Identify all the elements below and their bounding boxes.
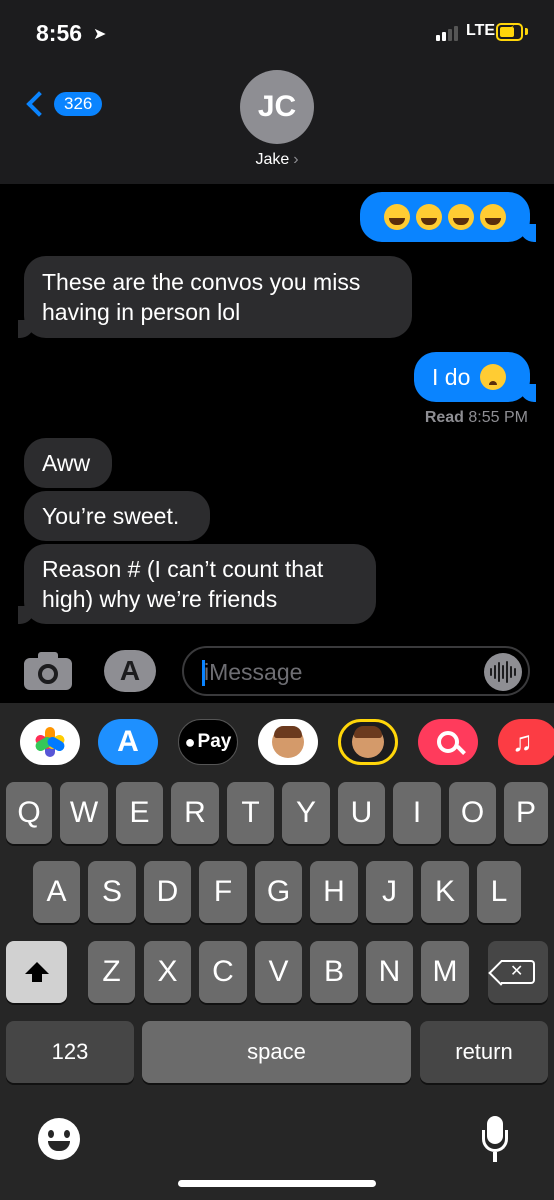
back-button[interactable]: 326 <box>24 91 103 117</box>
camera-button[interactable] <box>24 652 72 690</box>
music-app-button[interactable]: ♫ <box>498 719 554 765</box>
app-store-button[interactable]: A <box>98 719 158 765</box>
message-text: These are the convos you miss having in … <box>42 269 361 325</box>
audio-message-button[interactable] <box>484 653 522 691</box>
key-q[interactable]: Q <box>6 782 52 844</box>
laughing-emoji-icon <box>384 204 410 230</box>
shift-arrow-icon <box>24 962 49 982</box>
conversation-header: 8:56 ➤ LTE ⚡ 326 JC Jake › <box>0 0 554 184</box>
key-u[interactable]: U <box>338 782 385 844</box>
key-p[interactable]: P <box>504 782 548 844</box>
incoming-message[interactable]: You’re sweet. <box>24 491 210 541</box>
delete-backspace-icon <box>501 960 535 984</box>
contact-avatar[interactable]: JC <box>240 70 314 144</box>
laughing-emoji-icon <box>416 204 442 230</box>
apple-icon: ● <box>184 731 196 752</box>
music-note-icon: ♫ <box>512 726 533 757</box>
apple-pay-button[interactable]: ● Pay <box>178 719 238 765</box>
chevron-right-icon: › <box>293 151 299 168</box>
outgoing-message[interactable]: I do <box>414 352 536 402</box>
image-search-button[interactable] <box>418 719 478 765</box>
incoming-message[interactable]: Reason # (I can’t count that high) why w… <box>18 544 376 624</box>
status-time: 8:56 <box>36 20 83 46</box>
key-o[interactable]: O <box>449 782 496 844</box>
delete-key[interactable] <box>488 941 548 1003</box>
outgoing-message-emoji[interactable] <box>360 192 536 242</box>
numbers-key[interactable]: 123 <box>6 1021 134 1083</box>
app-store-icon: A <box>117 725 139 758</box>
key-t[interactable]: T <box>227 782 274 844</box>
key-k[interactable]: K <box>421 861 469 923</box>
shift-key[interactable] <box>6 941 67 1003</box>
key-w[interactable]: W <box>60 782 108 844</box>
space-key[interactable]: space <box>142 1021 411 1083</box>
key-e[interactable]: E <box>116 782 163 844</box>
key-n[interactable]: N <box>366 941 413 1003</box>
laughing-emoji-icon <box>448 204 474 230</box>
key-l[interactable]: L <box>477 861 521 923</box>
memoji-icon <box>352 726 384 758</box>
incoming-message[interactable]: These are the convos you miss having in … <box>18 256 412 338</box>
network-type: LTE <box>466 22 496 39</box>
photos-app-button[interactable] <box>20 719 80 765</box>
home-indicator[interactable] <box>178 1180 376 1187</box>
message-text: Reason # (I can’t count that high) why w… <box>42 556 324 612</box>
key-j[interactable]: J <box>366 861 413 923</box>
battery-icon: ⚡ <box>496 23 523 41</box>
camera-icon <box>38 664 58 684</box>
animoji-button[interactable] <box>338 719 398 765</box>
key-f[interactable]: F <box>199 861 247 923</box>
message-text: You’re sweet. <box>42 503 180 529</box>
dictation-microphone-icon[interactable] <box>482 1116 508 1162</box>
emoji-keyboard-icon[interactable] <box>38 1118 80 1160</box>
key-g[interactable]: G <box>255 861 302 923</box>
key-i[interactable]: I <box>393 782 441 844</box>
read-label: Read <box>424 409 464 426</box>
message-input-placeholder: iMessage <box>204 659 303 685</box>
key-s[interactable]: S <box>88 861 136 923</box>
key-c[interactable]: C <box>199 941 247 1003</box>
return-key[interactable]: return <box>420 1021 548 1083</box>
read-receipt: Read 8:55 PM <box>425 409 528 427</box>
laughing-emoji-icon <box>480 204 506 230</box>
key-h[interactable]: H <box>310 861 358 923</box>
key-v[interactable]: V <box>255 941 302 1003</box>
read-time: 8:55 PM <box>468 409 528 426</box>
key-d[interactable]: D <box>144 861 191 923</box>
key-a[interactable]: A <box>33 861 80 923</box>
apple-pay-label: Pay <box>197 731 232 752</box>
key-x[interactable]: X <box>144 941 191 1003</box>
contact-name: Jake <box>255 151 290 168</box>
key-m[interactable]: M <box>421 941 469 1003</box>
battery-nub <box>525 28 528 35</box>
key-z[interactable]: Z <box>88 941 135 1003</box>
app-store-icon: A <box>119 655 141 686</box>
incoming-message[interactable]: Aww <box>24 438 112 488</box>
photos-icon <box>33 727 67 757</box>
message-text: Aww <box>42 450 91 476</box>
app-drawer-toggle-button[interactable]: A <box>104 650 156 692</box>
message-text: I do <box>432 364 471 390</box>
search-globe-icon <box>437 731 459 753</box>
pleading-face-emoji-icon <box>480 364 507 390</box>
message-input[interactable]: iMessage <box>182 646 530 696</box>
back-chevron-icon <box>26 91 52 117</box>
key-y[interactable]: Y <box>282 782 330 844</box>
unread-count-badge: 326 <box>54 92 103 116</box>
memoji-sticker-icon <box>272 726 304 758</box>
key-b[interactable]: B <box>310 941 358 1003</box>
memoji-stickers-button[interactable] <box>258 719 318 765</box>
location-arrow-icon: ➤ <box>93 26 107 43</box>
contact-name-button[interactable]: Jake › <box>0 151 554 169</box>
key-r[interactable]: R <box>171 782 219 844</box>
signal-strength-icon <box>436 26 458 41</box>
